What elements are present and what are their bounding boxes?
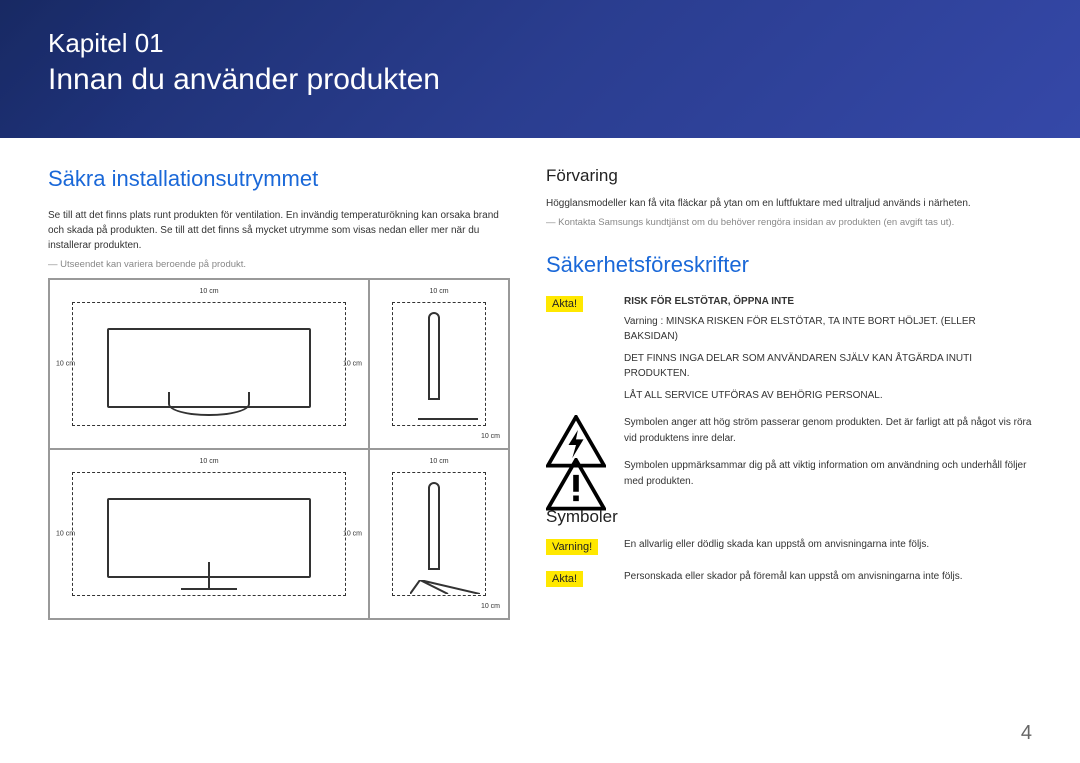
chapter-title: Innan du använder produkten <box>48 63 1032 97</box>
chapter-header: Kapitel 01 Innan du använder produkten <box>0 0 1080 138</box>
caution-label: Akta! <box>546 296 583 312</box>
caution-p2: DET FINNS INGA DELAR SOM ANVÄNDAREN SJÄL… <box>624 351 1032 382</box>
dim-top: 10 cm <box>199 288 218 295</box>
page-number: 4 <box>1021 722 1032 745</box>
caution-p3: LÅT ALL SERVICE UTFÖRAS AV BEHÖRIG PERSO… <box>624 388 1032 404</box>
dim-top: 10 cm <box>429 288 448 295</box>
bolt-text: Symbolen anger att hög ström passerar ge… <box>624 415 1032 446</box>
dim-right: 10 cm <box>343 361 362 368</box>
excl-row: Symbolen uppmärksammar dig på att viktig… <box>546 458 1032 489</box>
symbols-section: Symboler Varning! En allvarlig eller död… <box>546 507 1032 589</box>
monitor-side-illustration <box>416 474 462 594</box>
excl-text: Symbolen uppmärksammar dig på att viktig… <box>624 458 1032 489</box>
warning-symbol-row: Varning! En allvarlig eller dödlig skada… <box>546 537 1032 557</box>
caution2-badge: Akta! <box>546 569 606 589</box>
caution-title: RISK FÖR ELSTÖTAR, ÖPPNA INTE <box>624 294 1032 310</box>
install-heading: Säkra installationsutrymmet <box>48 166 510 192</box>
page-content: Säkra installationsutrymmet Se till att … <box>0 138 1080 620</box>
safety-heading: Säkerhetsföreskrifter <box>546 252 1032 278</box>
dim-back: 10 cm <box>481 433 500 440</box>
monitor-front-illustration <box>107 318 310 410</box>
clearance-diagrams: 10 cm 10 cm 10 cm 10 cm 10 cm <box>48 278 510 620</box>
caution-badge: Akta! <box>546 294 606 314</box>
dim-left: 10 cm <box>56 361 75 368</box>
storage-note: Kontakta Samsungs kundtjänst om du behöv… <box>546 217 1032 228</box>
caution-symbol-row: Akta! Personskada eller skador på föremå… <box>546 569 1032 589</box>
left-column: Säkra installationsutrymmet Se till att … <box>48 166 510 620</box>
bolt-row: Symbolen anger att hög ström passerar ge… <box>546 415 1032 446</box>
right-column: Förvaring Högglansmodeller kan få vita f… <box>546 166 1032 620</box>
chapter-label: Kapitel 01 <box>48 28 1032 59</box>
dim-top: 10 cm <box>429 458 448 465</box>
caution-row: Akta! RISK FÖR ELSTÖTAR, ÖPPNA INTE Varn… <box>546 294 1032 403</box>
install-body: Se till att det finns plats runt produkt… <box>48 208 510 253</box>
diagram-side-1: 10 cm 10 cm <box>369 279 509 449</box>
dim-right: 10 cm <box>343 531 362 538</box>
warning-badge: Varning! <box>546 537 606 557</box>
monitor-front-illustration <box>107 488 310 580</box>
dim-back: 10 cm <box>481 603 500 610</box>
caution2-label: Akta! <box>546 571 583 587</box>
lightning-triangle-icon <box>546 415 606 441</box>
safety-table: Akta! RISK FÖR ELSTÖTAR, ÖPPNA INTE Varn… <box>546 294 1032 489</box>
install-note: Utseendet kan variera beroende på produk… <box>48 259 510 270</box>
dim-top: 10 cm <box>199 458 218 465</box>
caution-text-block: RISK FÖR ELSTÖTAR, ÖPPNA INTE Varning : … <box>624 294 1032 403</box>
diagram-side-2: 10 cm 10 cm <box>369 449 509 619</box>
symbols-heading: Symboler <box>546 507 1032 527</box>
diagram-front-2: 10 cm 10 cm 10 cm <box>49 449 369 619</box>
caution-p1: Varning : MINSKA RISKEN FÖR ELSTÖTAR, TA… <box>624 314 1032 345</box>
dim-left: 10 cm <box>56 531 75 538</box>
caution2-text: Personskada eller skador på föremål kan … <box>624 569 1032 585</box>
storage-body: Högglansmodeller kan få vita fläckar på … <box>546 196 1032 211</box>
warning-text: En allvarlig eller dödlig skada kan upps… <box>624 537 1032 553</box>
diagram-front-1: 10 cm 10 cm 10 cm <box>49 279 369 449</box>
monitor-side-illustration <box>416 304 462 424</box>
storage-heading: Förvaring <box>546 166 1032 186</box>
exclamation-triangle-icon <box>546 458 606 484</box>
warning-label: Varning! <box>546 539 598 555</box>
